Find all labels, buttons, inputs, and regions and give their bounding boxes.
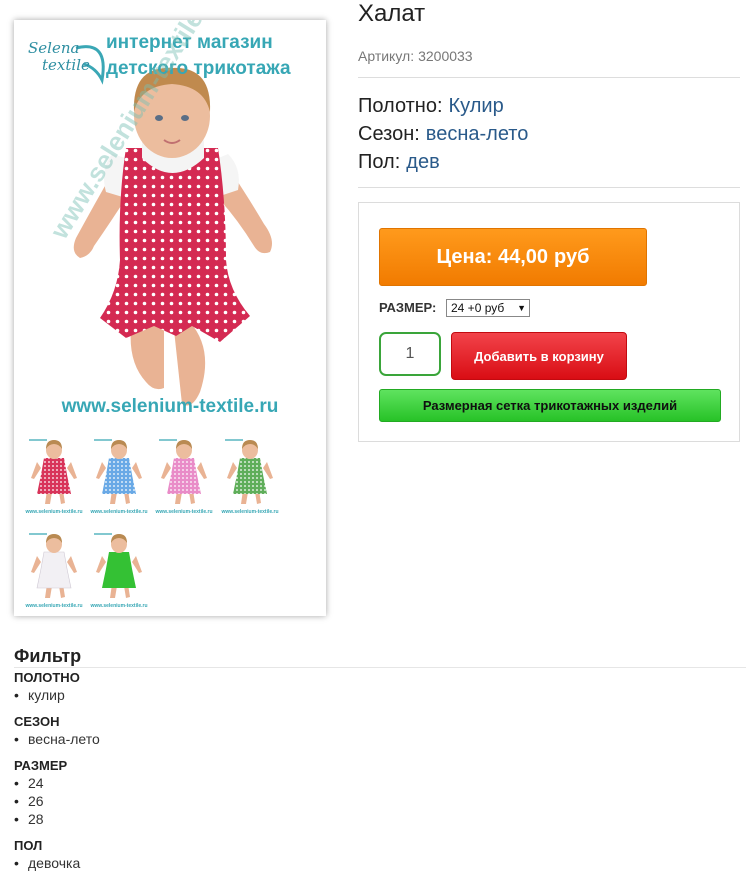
thumbnail-image — [88, 432, 150, 518]
property-label: Сезон: — [358, 123, 420, 145]
thumbnail-image — [153, 432, 215, 518]
filter-group-size: РАЗМЕР 24 26 28 — [14, 758, 67, 828]
price-currency: руб — [554, 245, 590, 268]
product-sku: Артикул: 3200033 — [358, 48, 473, 64]
filter-group-heading: ПОЛОТНО — [14, 670, 80, 685]
add-to-cart-button[interactable]: Добавить в корзину — [451, 332, 627, 380]
property-value-link[interactable]: весна-лето — [426, 123, 529, 145]
thumbnail-url: www.selenium-textile.ru — [90, 603, 148, 609]
filter-group-gender: ПОЛ девочка — [14, 838, 80, 872]
property-value-link[interactable]: дев — [406, 151, 439, 173]
property-label: Полотно: — [358, 95, 443, 117]
product-properties: Полотно: Кулир Сезон: весна-лето Пол: дев — [358, 92, 528, 176]
property-gender: Пол: дев — [358, 148, 528, 176]
buy-box: Цена: 44,00 руб РАЗМЕР: 24 +0 руб ▼ 1 Доб… — [358, 202, 740, 442]
product-gallery: Selena textile интернет магазин детского… — [14, 20, 326, 616]
product-thumbnail[interactable]: www.selenium-textile.ru — [88, 526, 150, 612]
product-thumbnail[interactable]: www.selenium-textile.ru — [153, 432, 215, 518]
sku-value: 3200033 — [418, 48, 473, 64]
thumbnail-image — [23, 526, 85, 612]
thumbnail-url: www.selenium-textile.ru — [25, 603, 83, 609]
filter-option[interactable]: весна-лето — [14, 730, 100, 748]
filter-option[interactable]: кулир — [14, 686, 80, 704]
divider — [358, 187, 740, 188]
filter-option[interactable]: 26 — [14, 792, 67, 810]
filter-group-season: СЕЗОН весна-лето — [14, 714, 100, 748]
chevron-down-icon: ▼ — [517, 303, 526, 313]
thumbnail-url: www.selenium-textile.ru — [155, 509, 213, 515]
size-select[interactable]: 24 +0 руб ▼ — [446, 299, 530, 317]
divider — [14, 667, 746, 668]
filter-group-fabric: ПОЛОТНО кулир — [14, 670, 80, 704]
product-thumbnail[interactable]: www.selenium-textile.ru — [23, 432, 85, 518]
brand-logo: Selena textile — [28, 40, 90, 74]
logo-line-selena: Selena — [28, 39, 80, 57]
filter-option[interactable]: 24 — [14, 774, 67, 792]
filter-group-heading: СЕЗОН — [14, 714, 60, 729]
thumbnail-url: www.selenium-textile.ru — [25, 509, 83, 515]
thumbnail-image — [23, 432, 85, 518]
size-chart-button[interactable]: Размерная сетка трикотажных изделий — [379, 389, 721, 422]
photo-site-url: www.selenium-textile.ru — [61, 396, 279, 417]
product-thumbnail[interactable]: www.selenium-textile.ru — [88, 432, 150, 518]
size-label: РАЗМЕР: — [379, 300, 437, 315]
property-fabric: Полотно: Кулир — [358, 92, 528, 120]
price-button[interactable]: Цена: 44,00 руб — [379, 228, 647, 286]
property-value-link[interactable]: Кулир — [449, 95, 504, 117]
divider — [358, 77, 740, 78]
shop-slogan-line-2: детского трикотажа — [106, 58, 291, 79]
thumbnail-image — [219, 432, 281, 518]
product-thumbnail[interactable]: www.selenium-textile.ru — [23, 526, 85, 612]
quantity-input[interactable]: 1 — [379, 332, 441, 376]
main-product-photo[interactable]: Selena textile интернет магазин детского… — [14, 20, 326, 424]
filter-option[interactable]: 28 — [14, 810, 67, 828]
property-season: Сезон: весна-лето — [358, 120, 528, 148]
product-thumbnail[interactable]: www.selenium-textile.ru — [219, 432, 281, 518]
price-text: Цена: 44,00 — [436, 245, 548, 268]
logo-line-textile: textile — [42, 56, 90, 74]
sku-label: Артикул: — [358, 48, 415, 64]
thumbnail-url: www.selenium-textile.ru — [221, 509, 279, 515]
size-selected-value: 24 +0 руб — [451, 301, 505, 315]
product-title: Халат — [358, 0, 426, 27]
thumbnail-image — [88, 526, 150, 612]
filter-group-heading: ПОЛ — [14, 838, 43, 853]
property-label: Пол: — [358, 151, 401, 173]
filter-group-heading: РАЗМЕР — [14, 758, 68, 773]
filter-option[interactable]: девочка — [14, 854, 80, 872]
filter-title: Фильтр — [14, 646, 82, 666]
thumbnail-url: www.selenium-textile.ru — [90, 509, 148, 515]
